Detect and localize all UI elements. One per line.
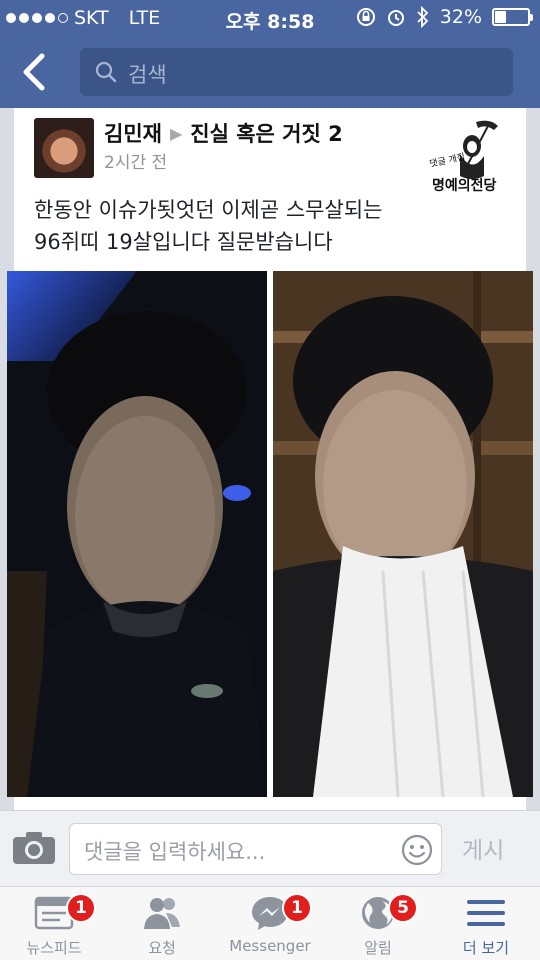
share-arrow-icon: ▶ — [169, 123, 183, 143]
emoji-icon[interactable] — [401, 834, 433, 866]
tab-label-more: 더 보기 — [462, 939, 510, 957]
comment-placeholder: 댓글을 입력하세요... — [84, 840, 266, 864]
tab-newsfeed[interactable]: 1 뉴스피드 — [0, 887, 108, 960]
search-placeholder: 검색 — [128, 63, 167, 87]
tab-label-messenger: Messenger — [229, 937, 311, 955]
tab-bar: 1 뉴스피드 요청 1 Messenger 5 알림 더 보기 — [0, 886, 540, 960]
comment-input[interactable]: 댓글을 입력하세요... — [69, 823, 442, 875]
post-photo-2[interactable] — [273, 271, 533, 797]
post-header: 김민재 ▶ 진실 혹은 거짓 2 — [104, 118, 343, 148]
rotation-lock-icon — [356, 8, 375, 26]
camera-icon[interactable] — [12, 831, 56, 865]
search-input[interactable]: 검색 — [80, 48, 513, 96]
author-avatar[interactable] — [34, 118, 94, 178]
post-text-line-1: 한동안 이슈가됫엇던 이제곧 스무살되는 — [34, 198, 383, 222]
photo-2-image — [273, 271, 533, 797]
newsfeed-badge: 1 — [66, 893, 96, 923]
search-icon — [95, 61, 117, 83]
group-logo: 댓글 개집 명예의전당 — [428, 120, 498, 194]
svg-text:명예의전당: 명예의전당 — [432, 177, 497, 194]
menu-icon — [467, 900, 505, 926]
photo-1-image — [7, 271, 267, 797]
battery-icon — [492, 8, 533, 26]
battery-percent: 32% — [439, 6, 482, 28]
alarm-icon — [387, 10, 404, 26]
group-name[interactable]: 진실 혹은 거짓 2 — [190, 118, 342, 148]
tab-more[interactable]: 더 보기 — [432, 887, 540, 960]
tab-label-notifications: 알림 — [364, 939, 392, 957]
navigation-bar: 검색 — [0, 36, 540, 108]
post-card: 김민재 ▶ 진실 혹은 거짓 2 2시간 전 댓글 개집 명예의전당 한동안 이… — [7, 108, 533, 810]
messenger-badge: 1 — [282, 893, 312, 923]
back-chevron-icon[interactable] — [16, 50, 56, 94]
bluetooth-icon — [417, 6, 429, 28]
author-name[interactable]: 김민재 — [104, 118, 162, 148]
comment-bar: 댓글을 입력하세요... 게시 — [0, 810, 540, 886]
tab-requests[interactable]: 요청 — [108, 887, 216, 960]
friend-requests-icon — [144, 898, 180, 929]
status-bar: SKT LTE 오후 8:58 32% — [0, 0, 540, 36]
battery-fill — [495, 11, 506, 23]
post-body-text: 한동안 이슈가됫엇던 이제곧 스무살되는 96쥐띠 19살입니다 질문받습니다 — [34, 194, 504, 258]
top-bar: SKT LTE 오후 8:58 32% 검색 — [0, 0, 540, 108]
post-text-line-2: 96쥐띠 19살입니다 질문받습니다 — [34, 230, 333, 254]
post-comment-button[interactable]: 게시 — [462, 831, 504, 865]
post-photo-1[interactable] — [7, 271, 267, 797]
tab-messenger[interactable]: 1 Messenger — [216, 887, 324, 960]
tab-label-requests: 요청 — [148, 939, 176, 957]
post-timestamp[interactable]: 2시간 전 — [104, 148, 167, 173]
notifications-badge: 5 — [388, 893, 418, 923]
tab-notifications[interactable]: 5 알림 — [324, 887, 432, 960]
tab-label-newsfeed: 뉴스피드 — [26, 939, 82, 957]
